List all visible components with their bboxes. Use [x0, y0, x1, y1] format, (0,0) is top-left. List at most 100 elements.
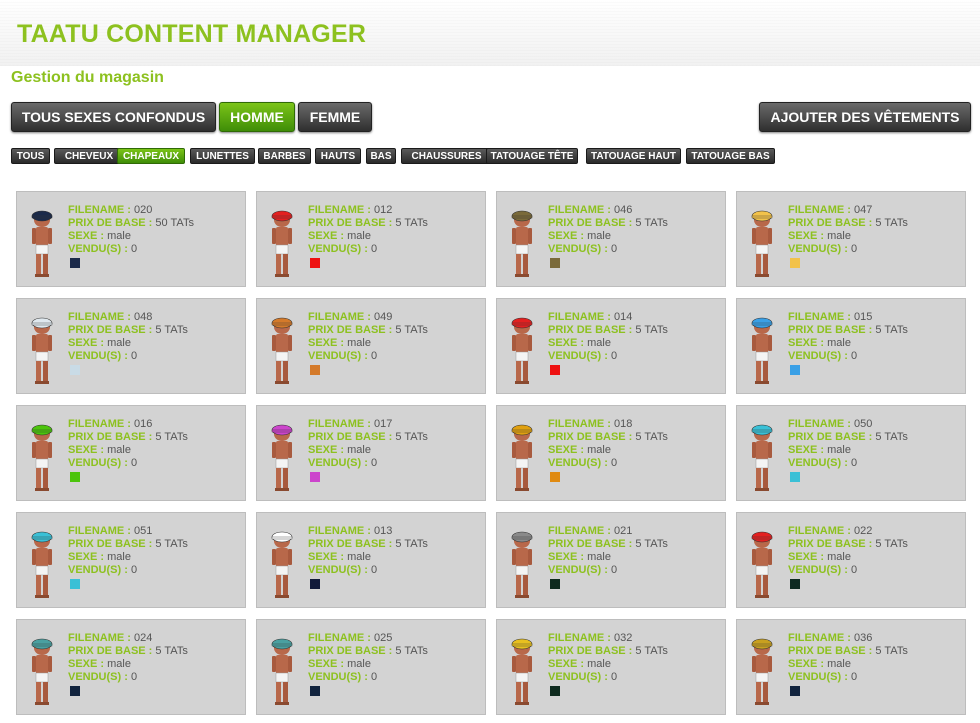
item-price-label: PRIX DE BASE :: [308, 431, 393, 443]
item-sex-label: SEXE :: [68, 444, 105, 456]
tab-tatouage-haut[interactable]: TATOUAGE HAUT: [586, 148, 681, 164]
item-sold-value: 0: [130, 564, 138, 576]
item-card[interactable]: FILENAME : 051 PRIX DE BASE : 5 TATs SEXE …: [16, 512, 246, 608]
item-sold-value: 0: [610, 350, 618, 362]
item-card[interactable]: FILENAME : 050 PRIX DE BASE : 5 TATs SEXE …: [736, 405, 966, 501]
filter-femme-button[interactable]: FEMME: [298, 102, 372, 132]
item-sex-value: male: [587, 444, 611, 456]
item-card[interactable]: FILENAME : 025 PRIX DE BASE : 5 TATs SEXE …: [256, 619, 486, 715]
item-sold: VENDU(S) : 0: [548, 564, 668, 577]
item-info: FILENAME : 047 PRIX DE BASE : 5 TATs SEXE …: [788, 204, 908, 256]
item-sold-label: VENDU(S) :: [788, 457, 848, 469]
item-sold-label: VENDU(S) :: [308, 671, 368, 683]
item-card[interactable]: FILENAME : 018 PRIX DE BASE : 5 TATs SEXE …: [496, 405, 726, 501]
item-card[interactable]: FILENAME : 016 PRIX DE BASE : 5 TATs SEXE …: [16, 405, 246, 501]
item-price: PRIX DE BASE : 5 TATs: [548, 324, 668, 337]
item-info: FILENAME : 017 PRIX DE BASE : 5 TATs SEXE …: [308, 418, 428, 470]
item-price: PRIX DE BASE : 5 TATs: [788, 324, 908, 337]
item-filename: FILENAME : 024: [68, 632, 188, 645]
avatar-preview: [271, 210, 293, 277]
tab-bas[interactable]: BAS: [366, 148, 396, 164]
filter-homme-button[interactable]: HOMME: [219, 102, 295, 132]
color-swatch: [70, 365, 80, 375]
item-price-value: 5 TATs: [395, 217, 428, 229]
item-card[interactable]: FILENAME : 046 PRIX DE BASE : 5 TATs SEXE …: [496, 191, 726, 287]
color-swatch: [70, 579, 80, 589]
tab-chapeaux[interactable]: CHAPEAUX: [117, 148, 185, 164]
item-sold-label: VENDU(S) :: [548, 671, 608, 683]
item-sex-value: male: [107, 551, 131, 563]
item-sex-value: male: [107, 658, 131, 670]
item-card[interactable]: FILENAME : 032 PRIX DE BASE : 5 TATs SEXE …: [496, 619, 726, 715]
item-sold: VENDU(S) : 0: [788, 457, 908, 470]
item-sold-label: VENDU(S) :: [308, 457, 368, 469]
item-price-label: PRIX DE BASE :: [68, 324, 153, 336]
item-card[interactable]: FILENAME : 022 PRIX DE BASE : 5 TATs SEXE …: [736, 512, 966, 608]
avatar-preview: [271, 638, 293, 705]
item-info: FILENAME : 051 PRIX DE BASE : 5 TATs SEXE …: [68, 525, 188, 577]
item-price-value: 5 TATs: [875, 217, 908, 229]
item-card[interactable]: FILENAME : 049 PRIX DE BASE : 5 TATs SEXE …: [256, 298, 486, 394]
tab-tatouage-bas[interactable]: TATOUAGE BAS: [686, 148, 775, 164]
item-price-label: PRIX DE BASE :: [548, 538, 633, 550]
item-info: FILENAME : 014 PRIX DE BASE : 5 TATs SEXE …: [548, 311, 668, 363]
item-price-label: PRIX DE BASE :: [68, 645, 153, 657]
item-sold-label: VENDU(S) :: [308, 564, 368, 576]
item-card[interactable]: FILENAME : 048 PRIX DE BASE : 5 TATs SEXE …: [16, 298, 246, 394]
tab-hauts[interactable]: HAUTS: [315, 148, 361, 164]
item-sold: VENDU(S) : 0: [308, 671, 428, 684]
item-sex: SEXE : male: [308, 658, 428, 671]
tab-tatouage-tete[interactable]: TATOUAGE TÊTE: [486, 148, 578, 164]
item-info: FILENAME : 050 PRIX DE BASE : 5 TATs SEXE …: [788, 418, 908, 470]
item-card[interactable]: FILENAME : 017 PRIX DE BASE : 5 TATs SEXE …: [256, 405, 486, 501]
item-filename: FILENAME : 021: [548, 525, 668, 538]
tab-tous[interactable]: TOUS: [11, 148, 50, 164]
color-swatch: [550, 579, 560, 589]
item-sex-label: SEXE :: [548, 551, 585, 563]
item-card[interactable]: FILENAME : 015 PRIX DE BASE : 5 TATs SEXE …: [736, 298, 966, 394]
item-sex-label: SEXE :: [788, 551, 825, 563]
item-price: PRIX DE BASE : 5 TATs: [308, 217, 428, 230]
item-sex-label: SEXE :: [68, 551, 105, 563]
item-card[interactable]: FILENAME : 020 PRIX DE BASE : 50 TATs SEXE…: [16, 191, 246, 287]
item-info: FILENAME : 022 PRIX DE BASE : 5 TATs SEXE …: [788, 525, 908, 577]
filter-all-sexes-button[interactable]: TOUS SEXES CONFONDUS: [11, 102, 216, 132]
item-sex-label: SEXE :: [548, 444, 585, 456]
item-sold: VENDU(S) : 0: [548, 671, 668, 684]
item-price: PRIX DE BASE : 5 TATs: [548, 645, 668, 658]
tab-lunettes[interactable]: LUNETTES: [190, 148, 255, 164]
item-sex-value: male: [107, 337, 131, 349]
item-filename-label: FILENAME :: [548, 525, 611, 537]
color-swatch: [550, 258, 560, 268]
item-info: FILENAME : 013 PRIX DE BASE : 5 TATs SEXE …: [308, 525, 428, 577]
item-price-value: 5 TATs: [635, 324, 668, 336]
add-clothes-button[interactable]: AJOUTER DES VÊTEMENTS: [759, 102, 971, 132]
item-card[interactable]: FILENAME : 012 PRIX DE BASE : 5 TATs SEXE …: [256, 191, 486, 287]
tab-cheveux[interactable]: CHEVEUX: [54, 148, 124, 164]
tab-chaussures[interactable]: CHAUSSURES: [401, 148, 492, 164]
item-sex-label: SEXE :: [788, 658, 825, 670]
item-price: PRIX DE BASE : 5 TATs: [68, 324, 188, 337]
item-info: FILENAME : 025 PRIX DE BASE : 5 TATs SEXE …: [308, 632, 428, 684]
item-card[interactable]: FILENAME : 024 PRIX DE BASE : 5 TATs SEXE …: [16, 619, 246, 715]
item-filename: FILENAME : 050: [788, 418, 908, 431]
item-price-value: 5 TATs: [395, 645, 428, 657]
avatar-preview: [31, 424, 53, 491]
item-price-value: 5 TATs: [635, 645, 668, 657]
item-price-label: PRIX DE BASE :: [68, 431, 153, 443]
item-card[interactable]: FILENAME : 021 PRIX DE BASE : 5 TATs SEXE …: [496, 512, 726, 608]
tab-barbes[interactable]: BARBES: [258, 148, 311, 164]
item-card[interactable]: FILENAME : 013 PRIX DE BASE : 5 TATs SEXE …: [256, 512, 486, 608]
item-info: FILENAME : 049 PRIX DE BASE : 5 TATs SEXE …: [308, 311, 428, 363]
item-card[interactable]: FILENAME : 036 PRIX DE BASE : 5 TATs SEXE …: [736, 619, 966, 715]
item-info: FILENAME : 048 PRIX DE BASE : 5 TATs SEXE …: [68, 311, 188, 363]
item-sold-value: 0: [130, 457, 138, 469]
item-filename-label: FILENAME :: [68, 311, 131, 323]
item-sex-value: male: [587, 658, 611, 670]
item-card[interactable]: FILENAME : 047 PRIX DE BASE : 5 TATs SEXE …: [736, 191, 966, 287]
item-sold-value: 0: [850, 350, 858, 362]
item-sex-value: male: [827, 337, 851, 349]
item-sold: VENDU(S) : 0: [68, 671, 188, 684]
item-filename-label: FILENAME :: [788, 418, 851, 430]
item-card[interactable]: FILENAME : 014 PRIX DE BASE : 5 TATs SEXE …: [496, 298, 726, 394]
